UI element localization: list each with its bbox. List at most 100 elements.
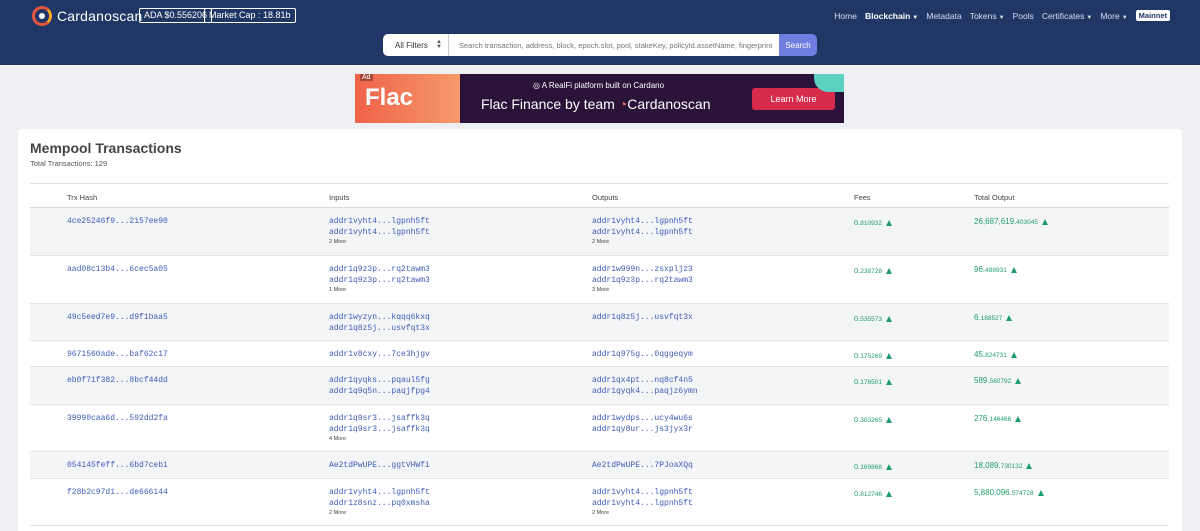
input-address-link[interactable]: Ae2tdPwUPE...ggtVHWfi [329, 460, 430, 471]
inputs-more-link[interactable]: 1 More [329, 287, 430, 293]
fee-value: 0.176501 [854, 377, 892, 386]
input-address-link[interactable]: addr1q9sr3...jsaffk3q [329, 413, 430, 424]
nav-certificates[interactable]: Certificates ▼ [1042, 11, 1092, 21]
output-address-link[interactable]: addr1vyht4...lgpnh5ft [592, 498, 693, 509]
ada-icon [1037, 490, 1044, 496]
select-arrows-icon: ▲ ▼ [436, 39, 442, 50]
brand-name: Cardanoscan [57, 8, 143, 24]
output-address-link[interactable]: addr1q975g...0qggeqym [592, 349, 693, 360]
trx-hash-link[interactable]: 9671560ade...baf62c17 [67, 349, 168, 360]
nav-home[interactable]: Home [834, 11, 857, 21]
trx-hash-link[interactable]: eb0f71f382...8bcf44dd [67, 375, 168, 386]
output-address-link[interactable]: addr1qy8ur...js3jyx3r [592, 424, 693, 435]
ada-icon [885, 268, 892, 274]
output-address-link[interactable]: addr1w999n...zsxpljz3 [592, 264, 693, 275]
ada-price-badge: ADA $0.556206 [139, 8, 213, 23]
ad-tagline-icon: ◎ [533, 81, 542, 90]
outputs-more-link[interactable]: 3 More [592, 287, 693, 293]
nav-blockchain[interactable]: Blockchain ▼ [865, 11, 918, 21]
total-integer: 45. [974, 350, 986, 359]
brand-logo[interactable]: Cardanoscan [32, 5, 142, 27]
input-address-link[interactable]: addr1q8z5j...usvfqt3x [329, 323, 430, 334]
ada-icon [1015, 416, 1022, 422]
col-outputs: Outputs [592, 193, 619, 202]
output-address-link[interactable]: addr1wydps...ucy4wu6s [592, 413, 693, 424]
total-integer: 5,880,096. [974, 488, 1012, 497]
fee-decimal: 175269 [860, 353, 882, 360]
trx-hash-link[interactable]: 49c5eed7e9...d9f1baa5 [67, 312, 168, 323]
input-address-link[interactable]: addr1q9z3p...rq2tawm3 [329, 275, 430, 286]
outputs-more-link[interactable]: 2 More [592, 510, 693, 516]
inputs-more-link[interactable]: 2 More [329, 510, 430, 516]
input-address-link[interactable]: addr1vyht4...lgpnh5ft [329, 216, 430, 227]
output-address-link[interactable]: addr1vyht4...lgpnh5ft [592, 227, 693, 238]
total-transactions: Total Transactions: 129 [30, 159, 108, 168]
ad-banner[interactable]: Flac Ad ◎ A RealFi platform built on Car… [355, 74, 844, 123]
trx-hash-link[interactable]: aad08c13b4...6cec5a05 [67, 264, 168, 275]
input-address-link[interactable]: addr1v8cxy...7ce3hjgv [329, 349, 430, 360]
table-row: eb0f71f382...8bcf44dd addr1qyqks...pqaul5… [30, 367, 1169, 405]
input-address-link[interactable]: addr1vyht4...lgpnh5ft [329, 487, 430, 498]
trx-hash-link[interactable]: 39990caa6d...592dd2fa [67, 413, 168, 424]
nav-certificates-label: Certificates [1041, 10, 1085, 21]
col-inputs: Inputs [329, 193, 350, 202]
network-badge[interactable]: Mainnet [1135, 10, 1170, 21]
search-input[interactable] [449, 34, 779, 56]
total-decimal: 403045 [1016, 219, 1038, 226]
nav-metadata[interactable]: Metadata [926, 11, 961, 21]
output-address-link[interactable]: addr1qyqk4...paqjz6ymn [592, 386, 698, 397]
total-output-value: 18,089.730132 [974, 461, 1033, 470]
fee-value: 0.303265 [854, 415, 892, 424]
nav-more[interactable]: More ▼ [1100, 11, 1127, 21]
ad-brand: Flac [365, 84, 414, 111]
ad-learn-more-button[interactable]: Learn More [752, 88, 835, 110]
outputs-more-link[interactable]: 2 More [592, 239, 693, 245]
input-address-link[interactable]: addr1qyqks...pqaul5fg [329, 375, 430, 386]
ad-headline-text: Flac Finance by team [481, 96, 615, 112]
inputs-more-link[interactable]: 2 More [329, 239, 430, 245]
trx-hash-link[interactable]: f28b2c97d1...de666144 [67, 487, 168, 498]
output-address-link[interactable]: addr1qx4pt...nq8cf4n5 [592, 375, 698, 386]
ada-icon [885, 316, 892, 322]
total-integer: 6. [974, 313, 981, 322]
inputs-more-link[interactable]: 4 More [329, 436, 430, 442]
outputs-cell: addr1w999n...zsxpljz3 addr1q9z3p...rq2taw… [592, 264, 693, 293]
trx-hash-link[interactable]: 054145feff...6bd7ceb1 [67, 460, 168, 471]
total-integer: 26,687,619. [974, 217, 1017, 226]
total-output-value: 589.560792 [974, 376, 1022, 385]
market-cap-badge: Market Cap : 18.81b [204, 8, 296, 23]
input-address-link[interactable]: addr1q9z3p...rq2tawm3 [329, 264, 430, 275]
table-row: 4ce25246f9...2157ee90 addr1vyht4...lgpnh5… [30, 208, 1169, 256]
output-address-link[interactable]: addr1vyht4...lgpnh5ft [592, 487, 693, 498]
input-address-link[interactable]: addr1q9sr3...jsaffk3q [329, 424, 430, 435]
table-header: Trx Hash Inputs Outputs Fees Total Outpu… [30, 183, 1169, 208]
output-address-link[interactable]: addr1q8z5j...usvfqt3x [592, 312, 693, 323]
table-row: 39990caa6d...592dd2fa addr1q9sr3...jsaffk… [30, 405, 1169, 452]
input-address-link[interactable]: addr1z8snz...pq0xmsha [329, 498, 430, 509]
output-address-link[interactable]: addr1q9z3p...rq2tawm3 [592, 275, 693, 286]
search-filter-select[interactable]: All Filters ▲ ▼ [383, 34, 449, 56]
ada-icon [885, 220, 892, 226]
inputs-cell: Ae2tdPwUPE...ggtVHWfi [329, 460, 430, 471]
nav-pools[interactable]: Pools [1013, 11, 1034, 21]
search-button[interactable]: Search [779, 34, 817, 56]
total-decimal: 574728 [1011, 490, 1034, 497]
nav-tokens-label: Tokens [969, 10, 997, 21]
total-output-value: 26,687,619.403045 [974, 217, 1048, 226]
inputs-cell: addr1qyqks...pqaul5fg addr1q9q5n...paqjfp… [329, 375, 430, 397]
output-address-link[interactable]: addr1vyht4...lgpnh5ft [592, 216, 693, 227]
input-address-link[interactable]: addr1wyzyn...kqqq6kxq [329, 312, 430, 323]
ada-icon [1006, 315, 1013, 321]
fee-value: 0.810932 [854, 218, 892, 227]
input-address-link[interactable]: addr1vyht4...lgpnh5ft [329, 227, 430, 238]
mempool-card: Mempool Transactions Total Transactions:… [18, 129, 1182, 531]
input-address-link[interactable]: addr1q9q5n...paqjfpg4 [329, 386, 430, 397]
nav-tokens[interactable]: Tokens ▼ [970, 11, 1005, 21]
ada-icon [885, 417, 892, 423]
outputs-cell: addr1vyht4...lgpnh5ft addr1vyht4...lgpnh5… [592, 487, 693, 516]
fee-value: 0.812746 [854, 489, 892, 498]
mempool-table: Trx Hash Inputs Outputs Fees Total Outpu… [30, 183, 1169, 526]
trx-hash-link[interactable]: 4ce25246f9...2157ee90 [67, 216, 168, 227]
fee-value: 0.175269 [854, 351, 892, 360]
output-address-link[interactable]: Ae2tdPwUPE...7PJoaXQq [592, 460, 693, 471]
